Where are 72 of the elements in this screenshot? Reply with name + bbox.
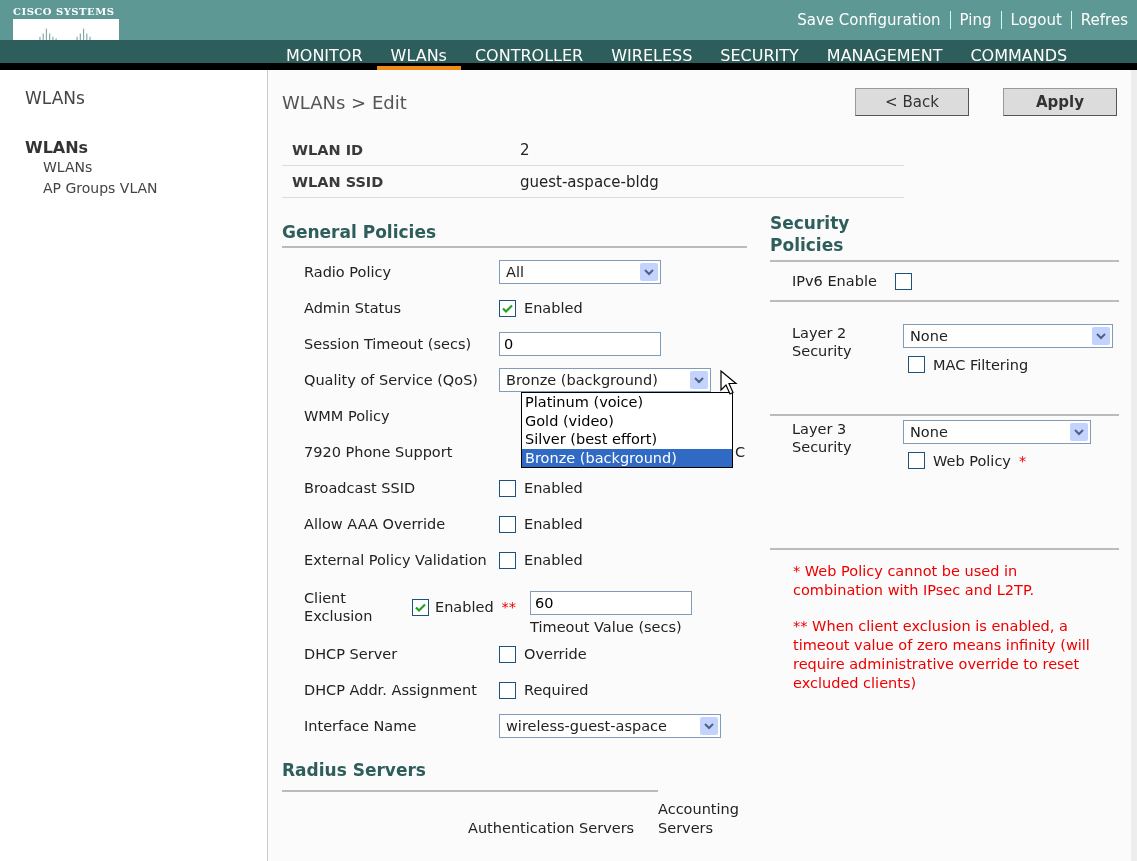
field-label: Radio Policy [303, 263, 393, 281]
field-label: 7920 Phone Support [303, 443, 454, 461]
footnote-mark: * [1018, 452, 1027, 469]
checkbox-label: Override [524, 646, 587, 662]
page-title: WLANs > Edit [282, 91, 407, 113]
bridge-logo-icon [13, 19, 119, 40]
checkbox[interactable] [499, 551, 516, 569]
field-hint: Timeout Value (secs) [530, 619, 683, 635]
checkbox[interactable] [499, 299, 516, 317]
apply-button[interactable]: Apply [1003, 88, 1117, 116]
checkbox[interactable] [412, 598, 429, 616]
back-button[interactable]: < Back [855, 88, 969, 116]
sidebar-section-link[interactable]: WLANs [25, 138, 267, 157]
field-value: 2 [520, 140, 530, 159]
checkbox-label: MAC Filtering [933, 356, 1029, 373]
checkbox-label: Enabled [435, 599, 494, 615]
nav-tab[interactable]: COMMANDS [956, 40, 1082, 70]
field-label: WMM Policy [303, 407, 391, 425]
checkbox-label: Enabled [524, 516, 583, 532]
field-label: Layer 3 Security [791, 420, 853, 456]
nav-tab[interactable]: SECURITY [706, 40, 813, 70]
checkbox[interactable] [499, 681, 516, 699]
nav-tab[interactable]: MANAGEMENT [812, 40, 957, 70]
field-label: IPv6 Enable [792, 273, 877, 289]
field-label: Layer 2 Security [791, 324, 853, 360]
footnote-text: * Web Policy cannot be used in combination with IPsec and L2TP. [793, 562, 1035, 600]
nav-tab[interactable]: MONITOR [272, 40, 377, 70]
input-field[interactable]: 60 [530, 591, 693, 615]
field-label: Interface Name [303, 717, 418, 735]
field-label: External Policy Validation [303, 551, 488, 569]
nav-tab[interactable]: WIRELESS [597, 40, 707, 70]
field-value: guest-aspace-bldg [520, 172, 659, 191]
field-label: Allow AAA Override [303, 515, 447, 533]
sidebar-title: WLANs [25, 88, 86, 108]
checkbox[interactable] [499, 645, 516, 663]
select-field[interactable]: None [903, 324, 1113, 348]
field-label: DHCP Server [303, 645, 399, 663]
nav-tab[interactable]: CONTROLLER [460, 40, 598, 70]
select-field[interactable]: wireless-guest-aspace [499, 714, 721, 738]
column-header: Authentication Servers [468, 819, 636, 838]
field-label: Admin Status [303, 299, 403, 317]
section-heading: Radius Servers [282, 760, 658, 792]
checkbox[interactable] [499, 479, 516, 497]
footnote-mark: ** [501, 599, 517, 615]
input-field[interactable]: 0 [499, 332, 661, 356]
checkbox-label: Required [524, 682, 589, 698]
field-label: WLAN ID [291, 141, 365, 158]
field-label: Session Timeout (secs) [303, 335, 473, 353]
field-label: Quality of Service (QoS) [303, 371, 479, 389]
checkbox[interactable] [908, 356, 925, 373]
brand-logo: CISCO SYSTEMS [13, 6, 116, 17]
checkbox-label: Enabled [524, 552, 583, 568]
section-heading: Security Policies [770, 212, 851, 257]
field-label: WLAN SSID [291, 173, 385, 190]
section-heading: General Policies [282, 222, 747, 248]
field-label: DHCP Addr. Assignment [303, 681, 478, 699]
checkbox[interactable] [499, 515, 516, 533]
field-label: Broadcast SSID [303, 479, 417, 497]
checkbox[interactable] [908, 452, 925, 469]
select-field[interactable]: None [903, 420, 1091, 444]
checkbox-label: Enabled [524, 300, 583, 316]
checkbox[interactable] [894, 272, 912, 290]
select-field[interactable]: Bronze (background) [499, 368, 711, 392]
select-field[interactable]: All [499, 260, 661, 284]
checkbox-label: Web Policy [933, 452, 1011, 469]
partial-text: C [735, 444, 746, 460]
sidebar-item[interactable]: WLANs [25, 157, 267, 178]
sidebar-item[interactable]: AP Groups VLAN [25, 178, 267, 199]
footnote-text: ** When client exclusion is enabled, a timeout value of zero means infinity (will require administrative override to reset excluded clients) [793, 617, 1091, 693]
checkbox-label: Enabled [524, 480, 583, 496]
column-header: Accounting Servers [658, 800, 740, 838]
field-label: Client Exclusion [303, 589, 374, 625]
